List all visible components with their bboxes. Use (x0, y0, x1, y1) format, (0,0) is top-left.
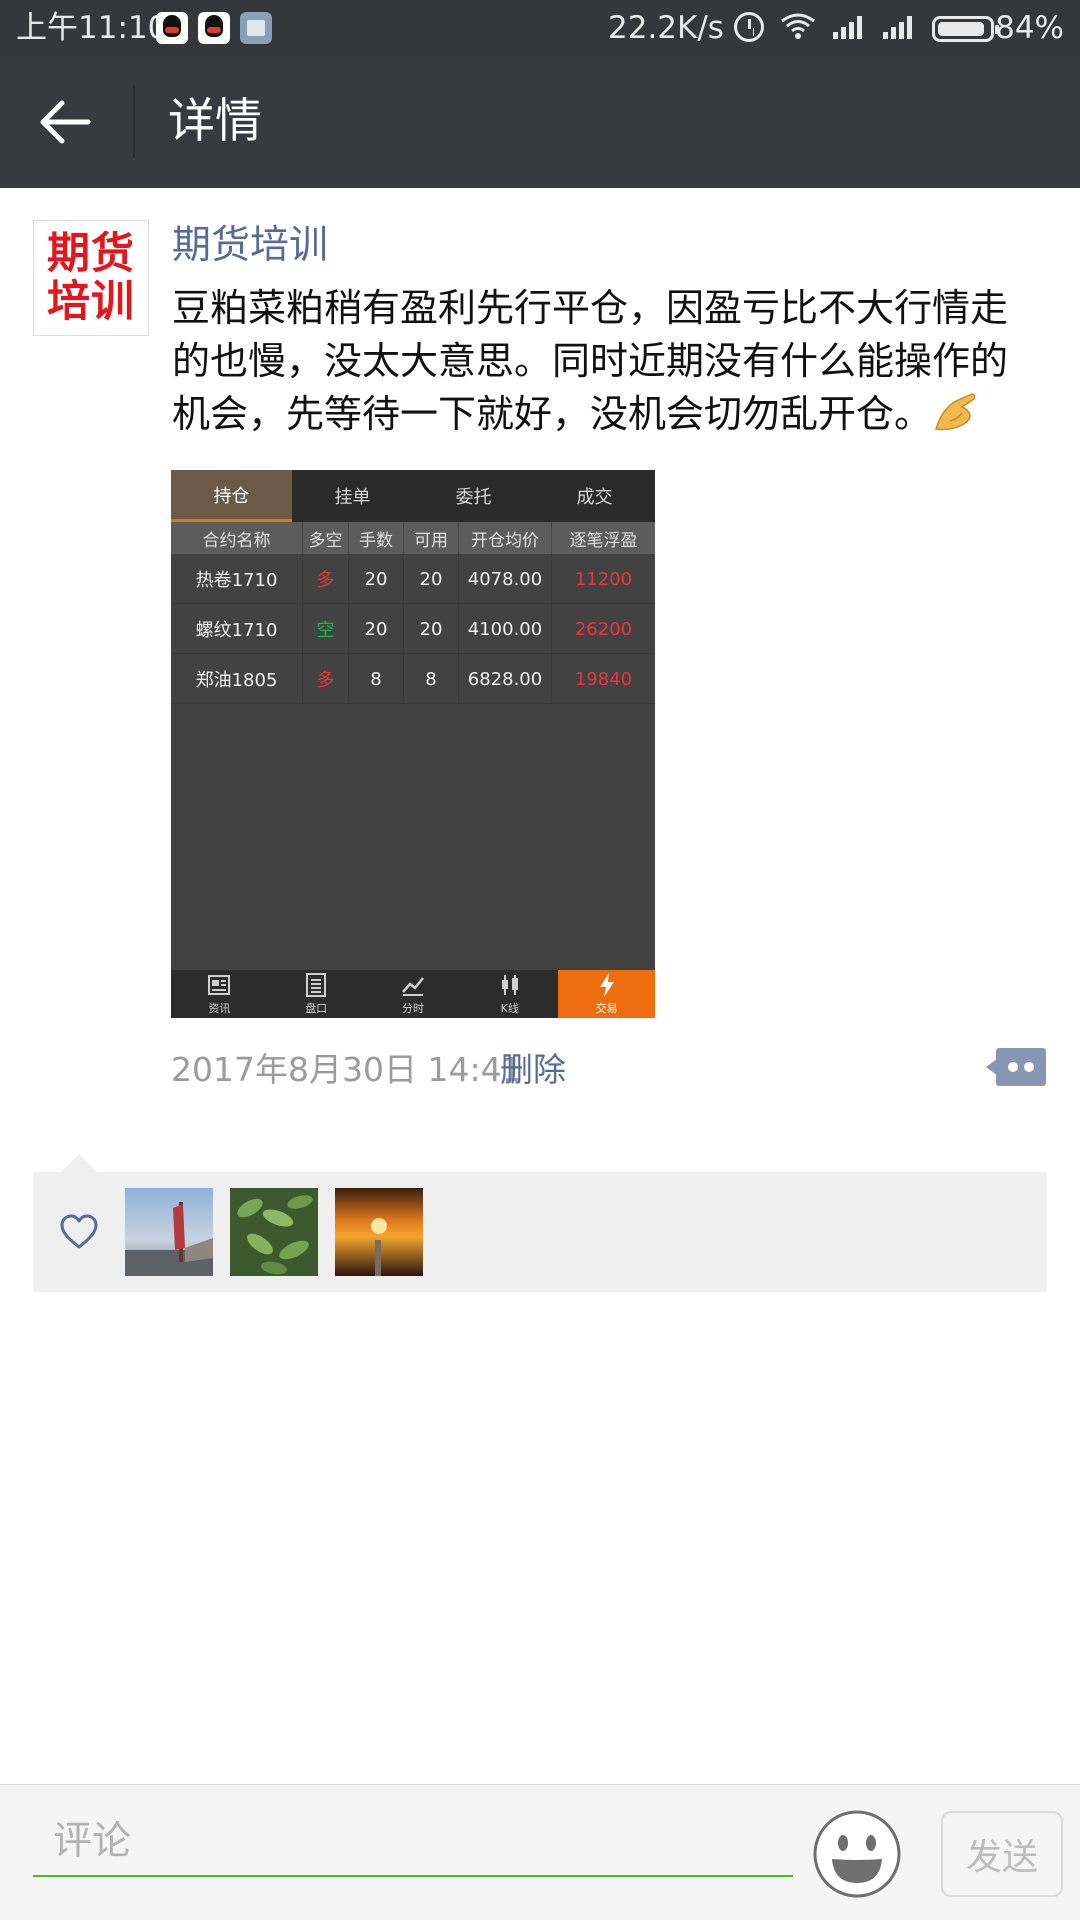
title-bar: 详情 (0, 56, 1080, 188)
screenshot-nav-news: 资讯 (171, 970, 268, 1018)
table-cell: 多 (303, 554, 349, 604)
table-row: 热卷1710 多 20 20 4078.00 11200 (171, 554, 655, 604)
table-row: 郑油1805 多 8 8 6828.00 19840 (171, 654, 655, 704)
orderbook-icon (306, 973, 327, 997)
screenshot-nav-kline: K线 (461, 970, 558, 1018)
screenshot-table-header: 合约名称 多空 手数 可用 开仓均价 逐笔浮盈 (171, 522, 655, 554)
screenshot-nav-label: K线 (500, 1002, 519, 1015)
column-header: 合约名称 (171, 522, 303, 554)
status-bar: 上午11:10 22.2K/s 84% (0, 0, 1080, 56)
avatar-sunset-sea[interactable] (335, 1188, 423, 1276)
table-cell: 郑油1805 (171, 654, 303, 704)
column-header: 手数 (349, 522, 404, 554)
table-cell: 热卷1710 (171, 554, 303, 604)
screenshot-nav-label: 交易 (595, 1002, 618, 1015)
screenshot-nav-trade: 交易 (558, 970, 655, 1018)
comment-menu-icon[interactable] (984, 1046, 1048, 1088)
arrow-left-icon[interactable] (30, 92, 100, 152)
title-divider (133, 86, 135, 158)
screenshot-table-body: 热卷1710 多 20 20 4078.00 11200 螺纹1710 空 20… (171, 554, 655, 704)
table-cell: 26200 (574, 618, 633, 640)
signal-icon (833, 16, 862, 39)
comment-bar: 发送 (0, 1784, 1080, 1920)
candlestick-icon (501, 975, 518, 995)
screenshot-bottom-nav: 资讯 盘口 分时 K线 交易 (171, 970, 655, 1018)
table-cell: 20 (404, 554, 459, 604)
line-chart-icon (402, 977, 424, 996)
screenshot-tab-trades: 成交 (576, 487, 613, 508)
news-icon (208, 975, 231, 995)
screenshot-nav-label: 资讯 (208, 1002, 231, 1015)
delete-button[interactable]: 删除 (500, 1044, 566, 1096)
screenshot-nav-label: 盘口 (305, 1002, 328, 1015)
avatar-dusk-pier[interactable] (125, 1188, 213, 1276)
post-body: 豆粕菜粕稍有盈利先行平仓，因盈亏比不大行情走的也慢，没太大意思。同时近期没有什么… (172, 286, 1009, 436)
alarm-icon (734, 12, 764, 42)
table-cell: 螺纹1710 (171, 604, 303, 654)
heart-icon (60, 1214, 98, 1249)
table-cell: 空 (303, 604, 349, 654)
screenshot-nav-timeshare: 分时 (365, 970, 462, 1018)
post-timestamp: 2017年8月30日 14:41 (171, 1050, 523, 1089)
screenshot-tab-positions: 持仓 (171, 470, 292, 522)
avatar-text-line2: 培训 (47, 277, 135, 327)
screenshot-tab-orders: 委托 (455, 487, 492, 508)
table-cell: 4078.00 (459, 554, 552, 604)
column-header: 多空 (303, 522, 349, 554)
qq-icon (198, 12, 230, 44)
screenshot-tabs: 持仓 挂单 委托 成交 (171, 470, 655, 522)
signal-icon (883, 16, 912, 39)
comment-input[interactable] (33, 1807, 793, 1877)
battery-percent: 84% (995, 10, 1064, 46)
author-avatar[interactable]: 期货 培训 (33, 220, 149, 336)
smiley-icon[interactable] (812, 1809, 902, 1899)
table-cell: 19840 (574, 668, 633, 690)
send-button[interactable]: 发送 (941, 1811, 1063, 1897)
table-cell: 11200 (574, 568, 633, 590)
table-row: 螺纹1710 空 20 20 4100.00 26200 (171, 604, 655, 654)
column-header: 逐笔浮盈 (569, 530, 638, 551)
table-cell: 20 (349, 604, 404, 654)
likes-panel (33, 1154, 1047, 1292)
avatar-text-line1: 期货 (47, 229, 135, 279)
screenshot-nav-label: 分时 (401, 1002, 424, 1015)
table-cell: 20 (349, 554, 404, 604)
table-cell: 6828.00 (459, 654, 552, 704)
table-cell: 8 (404, 654, 459, 704)
post-text: 豆粕菜粕稍有盈利先行平仓，因盈亏比不大行情走的也慢，没太大意思。同时近期没有什么… (172, 282, 1042, 441)
column-header: 开仓均价 (459, 522, 552, 554)
screenshot-nav-orderbook: 盘口 (268, 970, 365, 1018)
column-header: 可用 (404, 522, 459, 554)
battery-icon (932, 16, 999, 42)
table-cell: 多 (303, 654, 349, 704)
qq-icon (156, 12, 188, 44)
table-cell: 8 (349, 654, 404, 704)
screenshot-tab-pending: 挂单 (334, 487, 371, 508)
lightning-icon (599, 973, 614, 997)
attached-trading-screenshot[interactable]: 持仓 挂单 委托 成交 合约名称 多空 手数 可用 开仓均价 逐笔浮盈 热卷17… (171, 470, 655, 1018)
page-title: 详情 (168, 94, 262, 149)
message-icon (240, 12, 272, 44)
author-name[interactable]: 期货培训 (172, 220, 328, 272)
status-time: 上午11:10 (16, 10, 168, 46)
network-speed: 22.2K/s (608, 10, 724, 46)
avatar-green-leaves[interactable] (230, 1188, 318, 1276)
table-cell: 20 (404, 604, 459, 654)
wifi-icon (781, 13, 815, 39)
table-cell: 4100.00 (459, 604, 552, 654)
pointing-hand-emoji (935, 393, 976, 431)
